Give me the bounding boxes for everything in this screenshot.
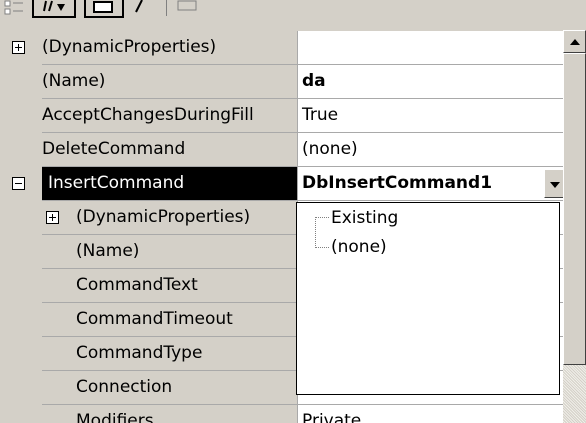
property-name[interactable]: (Name) — [42, 65, 297, 98]
expand-plus-icon[interactable] — [46, 211, 59, 224]
property-grid-toolbar — [0, 0, 586, 30]
collapse-minus-icon[interactable] — [12, 177, 25, 190]
property-value[interactable]: (none) — [298, 133, 563, 166]
alphabetical-icon[interactable] — [32, 0, 76, 18]
property-row[interactable]: (DynamicProperties) — [10, 31, 563, 65]
insert-command-dropdown[interactable]: Existing (none) — [296, 202, 560, 395]
tree-connector — [315, 217, 316, 248]
property-row[interactable]: AcceptChangesDuringFill True — [10, 99, 563, 133]
property-value[interactable] — [298, 31, 563, 64]
property-name[interactable]: (Name) — [76, 235, 297, 268]
categorized-icon[interactable] — [4, 0, 26, 16]
tree-connector — [315, 247, 329, 248]
property-value[interactable]: Private — [298, 405, 563, 423]
dropdown-item-existing[interactable]: Existing — [331, 205, 398, 231]
tree-connector — [315, 217, 329, 218]
property-name[interactable]: CommandTimeout — [76, 303, 297, 336]
property-name[interactable]: CommandType — [76, 337, 297, 370]
property-value[interactable]: True — [298, 99, 563, 132]
property-name[interactable]: CommandText — [76, 269, 297, 302]
vertical-scrollbar[interactable] — [563, 30, 586, 423]
property-name[interactable]: Connection — [76, 371, 297, 404]
toolbar-separator — [166, 0, 167, 16]
property-row[interactable]: (Name) da — [10, 65, 563, 99]
property-row[interactable]: DeleteCommand (none) — [10, 133, 563, 167]
dropdown-item-none[interactable]: (none) — [331, 234, 387, 260]
scroll-thumb[interactable] — [563, 53, 586, 365]
scroll-up-icon[interactable] — [563, 30, 586, 53]
property-value[interactable]: DbInsertCommand1 — [298, 167, 563, 200]
chevron-down-icon[interactable] — [544, 169, 563, 198]
property-value[interactable]: da — [298, 65, 563, 98]
property-pages-icon[interactable] — [176, 0, 200, 16]
property-name[interactable]: (DynamicProperties) — [42, 31, 297, 64]
property-name[interactable]: AcceptChangesDuringFill — [42, 99, 297, 132]
property-name[interactable]: DeleteCommand — [42, 133, 297, 166]
property-name[interactable]: Modifiers — [76, 405, 297, 423]
properties-icon[interactable] — [84, 0, 124, 18]
property-name[interactable]: (DynamicProperties) — [76, 201, 297, 234]
events-icon[interactable] — [128, 0, 154, 16]
property-row[interactable]: Modifiers Private — [10, 405, 563, 423]
property-name[interactable]: InsertCommand — [42, 167, 297, 200]
expand-plus-icon[interactable] — [12, 41, 25, 54]
property-row[interactable]: InsertCommand DbInsertCommand1 — [10, 167, 563, 201]
